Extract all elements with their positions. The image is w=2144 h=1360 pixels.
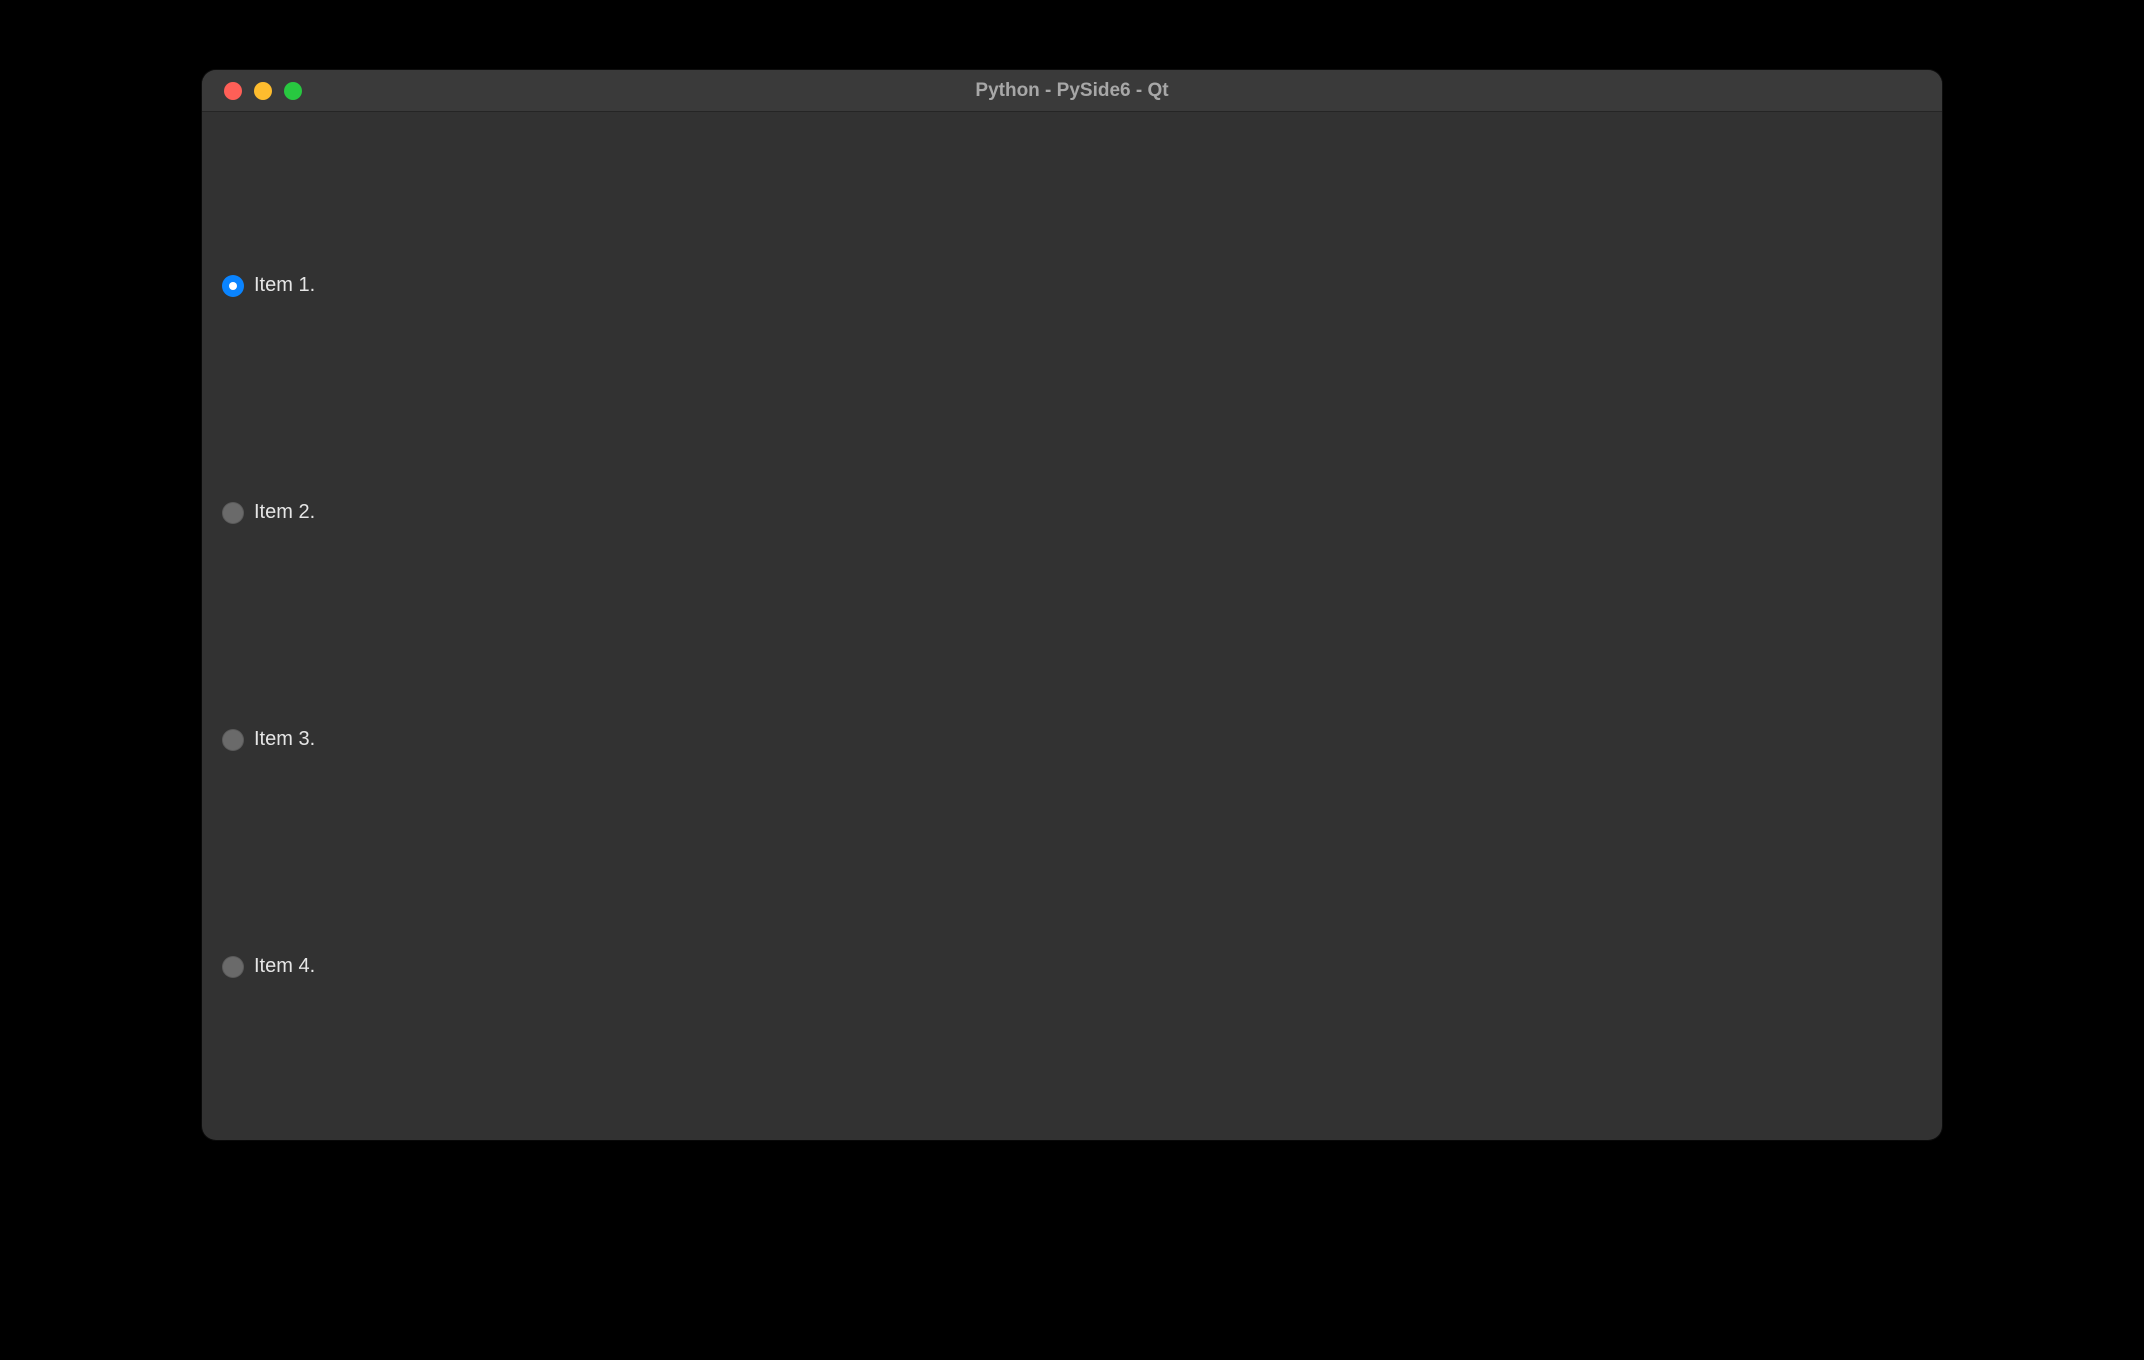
radio-unchecked-icon (222, 729, 244, 751)
titlebar: Python - PySide6 - Qt (202, 70, 1942, 112)
minimize-icon[interactable] (254, 82, 272, 100)
radio-unchecked-icon (222, 956, 244, 978)
radio-item-1[interactable]: Item 1. (222, 274, 1922, 297)
application-window: Python - PySide6 - Qt Item 1. Item 2. It… (202, 70, 1942, 1140)
radio-item-3[interactable]: Item 3. (222, 728, 1922, 751)
radio-item-4[interactable]: Item 4. (222, 955, 1922, 978)
radio-item-2[interactable]: Item 2. (222, 501, 1922, 524)
radio-item-label: Item 4. (254, 955, 315, 978)
radio-item-label: Item 3. (254, 728, 315, 751)
radio-checked-icon (222, 275, 244, 297)
close-icon[interactable] (224, 82, 242, 100)
radio-unchecked-icon (222, 502, 244, 524)
radio-item-label: Item 2. (254, 501, 315, 524)
window-title: Python - PySide6 - Qt (202, 80, 1942, 102)
maximize-icon[interactable] (284, 82, 302, 100)
traffic-lights (224, 82, 302, 100)
radio-item-label: Item 1. (254, 274, 315, 297)
window-content: Item 1. Item 2. Item 3. Item 4. (202, 112, 1942, 1140)
